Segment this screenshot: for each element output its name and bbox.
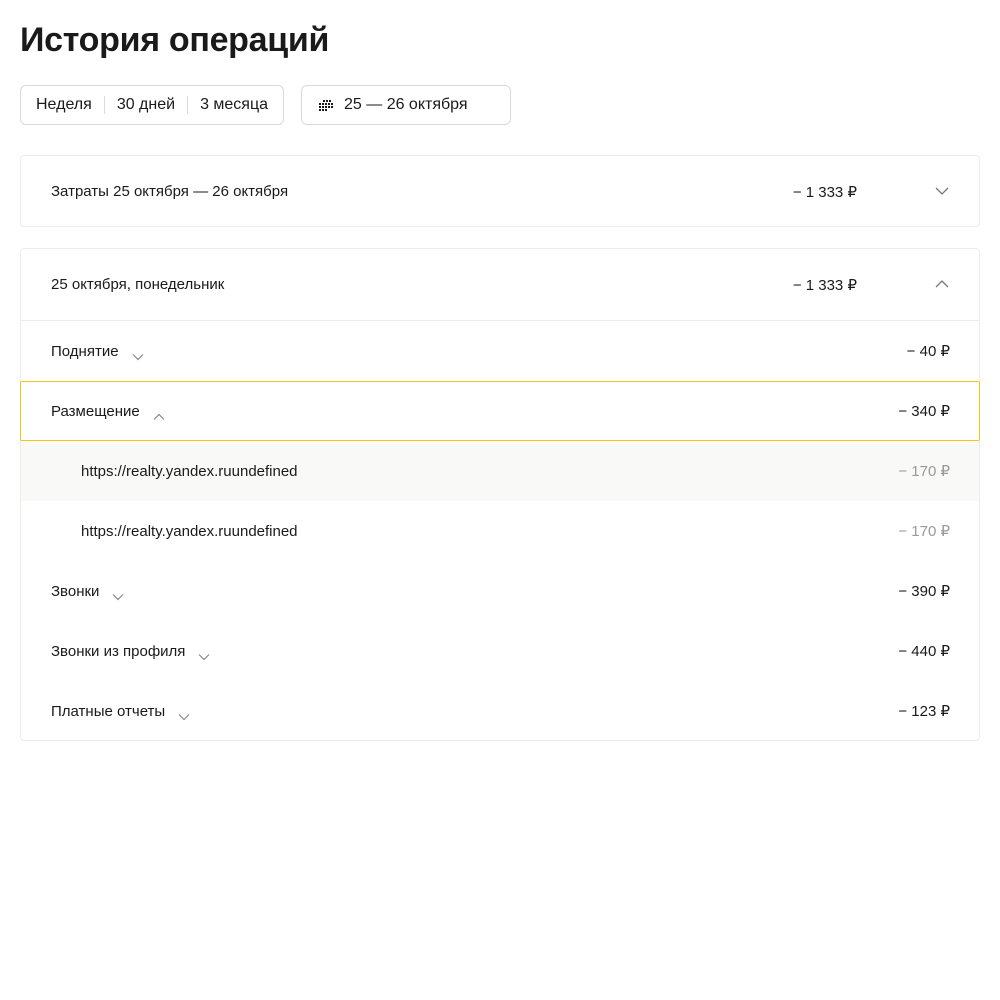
sub-operation-link[interactable]: https://realty.yandex.ruundefined [81, 463, 298, 480]
date-range-picker[interactable]: 25 — 26 октября [301, 85, 511, 125]
page-title: История операций [20, 21, 330, 59]
chevron-up-icon[interactable] [153, 408, 165, 420]
sub-operation-row: https://realty.yandex.ruundefined − 170 … [21, 501, 979, 561]
operation-row-paid-reports[interactable]: Платные отчеты − 123 ₽ [21, 681, 979, 741]
period-divider [187, 96, 189, 114]
sub-operation-link[interactable]: https://realty.yandex.ruundefined [81, 523, 298, 540]
sub-operation-amount: − 170 ₽ [898, 463, 950, 480]
chevron-down-icon[interactable] [198, 648, 210, 660]
summary-row[interactable]: Затраты 25 октября — 26 октября − 1 333 … [21, 156, 979, 227]
operation-amount: − 340 ₽ [898, 403, 950, 420]
day-label: 25 октября, понедельник [51, 276, 225, 293]
operation-label: Платные отчеты [51, 703, 190, 720]
chevron-down-icon[interactable] [935, 184, 949, 198]
chevron-down-icon[interactable] [112, 588, 124, 600]
summary-label: Затраты 25 октября — 26 октября [51, 183, 289, 200]
chevron-up-icon[interactable] [935, 277, 949, 291]
operation-label: Размещение [51, 403, 165, 420]
summary-card: Затраты 25 октября — 26 октября − 1 333 … [20, 155, 980, 227]
operation-amount: − 390 ₽ [898, 583, 950, 600]
operation-row-placement[interactable]: Размещение − 340 ₽ [20, 381, 980, 441]
period-divider [103, 96, 105, 114]
calendar-icon [319, 99, 333, 111]
operation-label: Звонки [51, 583, 124, 600]
day-row[interactable]: 25 октября, понедельник − 1 333 ₽ [21, 249, 979, 320]
operation-label: Звонки из профиля [51, 643, 210, 660]
period-week-button[interactable]: Неделя [36, 95, 92, 115]
period-switch: Неделя 30 дней 3 месяца [20, 85, 284, 125]
chevron-down-icon[interactable] [132, 348, 144, 360]
operation-row-calls[interactable]: Звонки − 390 ₽ [21, 561, 979, 621]
operation-amount: − 123 ₽ [898, 703, 950, 720]
day-amount: − 1 333 ₽ [792, 276, 857, 294]
sub-operation-row: https://realty.yandex.ruundefined − 170 … [21, 441, 979, 501]
operation-label: Поднятие [51, 343, 144, 360]
sub-operation-amount: − 170 ₽ [898, 523, 950, 540]
period-3-months-button[interactable]: 3 месяца [200, 95, 268, 115]
chevron-down-icon[interactable] [178, 708, 190, 720]
summary-amount: − 1 333 ₽ [792, 183, 857, 201]
operation-row-profile-calls[interactable]: Звонки из профиля − 440 ₽ [21, 621, 979, 681]
operation-row-raise[interactable]: Поднятие − 40 ₽ [21, 321, 979, 381]
operation-amount: − 40 ₽ [906, 343, 950, 360]
period-30-days-button[interactable]: 30 дней [117, 95, 175, 115]
operations-history-page: История операций Неделя 30 дней 3 месяца… [0, 0, 1000, 1000]
date-range-value: 25 — 26 октября [344, 96, 468, 113]
day-card: 25 октября, понедельник − 1 333 ₽ Поднят… [20, 248, 980, 741]
operation-amount: − 440 ₽ [898, 643, 950, 660]
